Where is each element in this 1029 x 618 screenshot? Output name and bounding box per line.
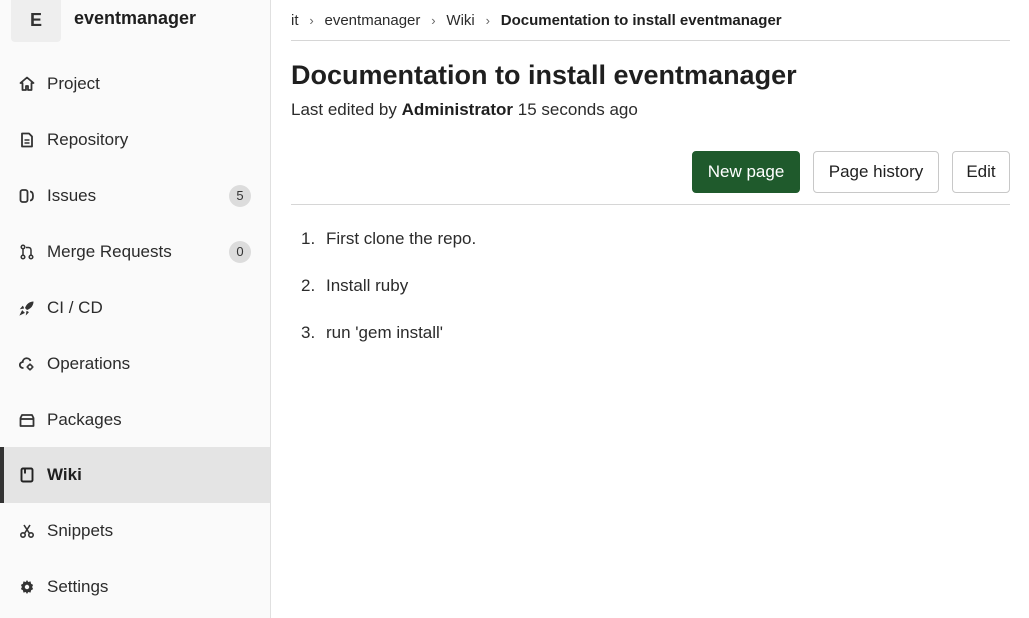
sidebar-item-label: Wiki [47,465,82,484]
meta-prefix: Last edited by [291,100,397,119]
cloud-gear-icon [19,356,35,372]
list-item-text: First clone the repo. [326,229,477,248]
list-item-number: 2. [301,276,316,295]
sidebar-item-packages[interactable]: Packages [0,392,270,448]
wiki-actions: New page Page history Edit [291,151,1010,205]
list-item-text: run 'gem install' [326,323,444,342]
sidebar-item-issues[interactable]: Issues 5 [0,168,270,224]
main-content: it › eventmanager › Wiki › Documentation… [291,0,1010,618]
edit-button[interactable]: Edit [952,151,1010,193]
issues-count-badge: 5 [229,185,251,207]
breadcrumb-item-project[interactable]: eventmanager [325,12,421,29]
list-item: 3. run 'gem install' [291,320,1010,367]
sidebar-item-label: Merge Requests [47,242,172,261]
project-avatar[interactable]: E [11,0,61,42]
meta-author: Administrator [401,100,514,119]
sidebar-item-label: Operations [47,354,131,373]
sidebar-item-merge-requests[interactable]: Merge Requests 0 [0,224,270,280]
list-item: 2. Install ruby [291,273,1010,320]
sidebar-item-label: Snippets [47,521,114,540]
last-edited-meta: Last edited by Administrator 15 seconds … [291,100,638,120]
meta-timestamp: 15 seconds ago [517,100,638,119]
sidebar-item-ci-cd[interactable]: CI / CD [0,280,270,336]
sidebar-item-snippets[interactable]: Snippets [0,503,270,559]
gear-icon [19,579,35,595]
scissors-icon [19,523,35,539]
sidebar-item-label: Issues [47,186,97,205]
wiki-body: 1. First clone the repo. 2. Install ruby… [291,226,1010,367]
sidebar-item-label: Packages [47,410,122,429]
sidebar-item-wiki[interactable]: Wiki [0,447,270,503]
home-icon [19,76,35,92]
project-name[interactable]: eventmanager [74,8,196,29]
sidebar-item-label: Repository [47,130,129,149]
list-item-text: Install ruby [326,276,409,295]
breadcrumb-item-current[interactable]: Documentation to install eventmanager [501,12,782,29]
chevron-right-icon: › [431,12,436,28]
rocket-icon [19,300,35,316]
merge-requests-count-badge: 0 [229,241,251,263]
chevron-right-icon: › [309,12,314,28]
page-history-button[interactable]: Page history [813,151,939,193]
page-title: Documentation to install eventmanager [291,60,797,90]
sidebar-item-label: Project [47,74,100,93]
list-item: 1. First clone the repo. [291,226,1010,273]
list-item-number: 1. [301,229,316,248]
install-steps-list: 1. First clone the repo. 2. Install ruby… [291,226,1010,367]
sidebar-item-label: CI / CD [47,298,103,317]
chevron-right-icon: › [485,12,490,28]
merge-request-icon [19,244,35,260]
book-icon [19,467,35,483]
sidebar-item-settings[interactable]: Settings [0,559,270,615]
list-item-number: 3. [301,323,316,342]
sidebar-item-repository[interactable]: Repository [0,112,270,168]
breadcrumb-item-wiki[interactable]: Wiki [446,12,474,29]
breadcrumb: it › eventmanager › Wiki › Documentation… [291,0,1010,41]
breadcrumb-item-namespace[interactable]: it [291,12,299,29]
issues-icon [19,188,35,204]
project-header[interactable]: E eventmanager [0,0,270,56]
package-icon [19,412,35,428]
sidebar-item-label: Settings [47,577,109,596]
app-window: E eventmanager Project Repository Issues… [0,0,1029,618]
sidebar: E eventmanager Project Repository Issues… [0,0,271,618]
sidebar-item-operations[interactable]: Operations [0,336,270,392]
sidebar-item-project[interactable]: Project [0,56,270,112]
new-page-button[interactable]: New page [692,151,800,193]
doc-icon [19,132,35,148]
